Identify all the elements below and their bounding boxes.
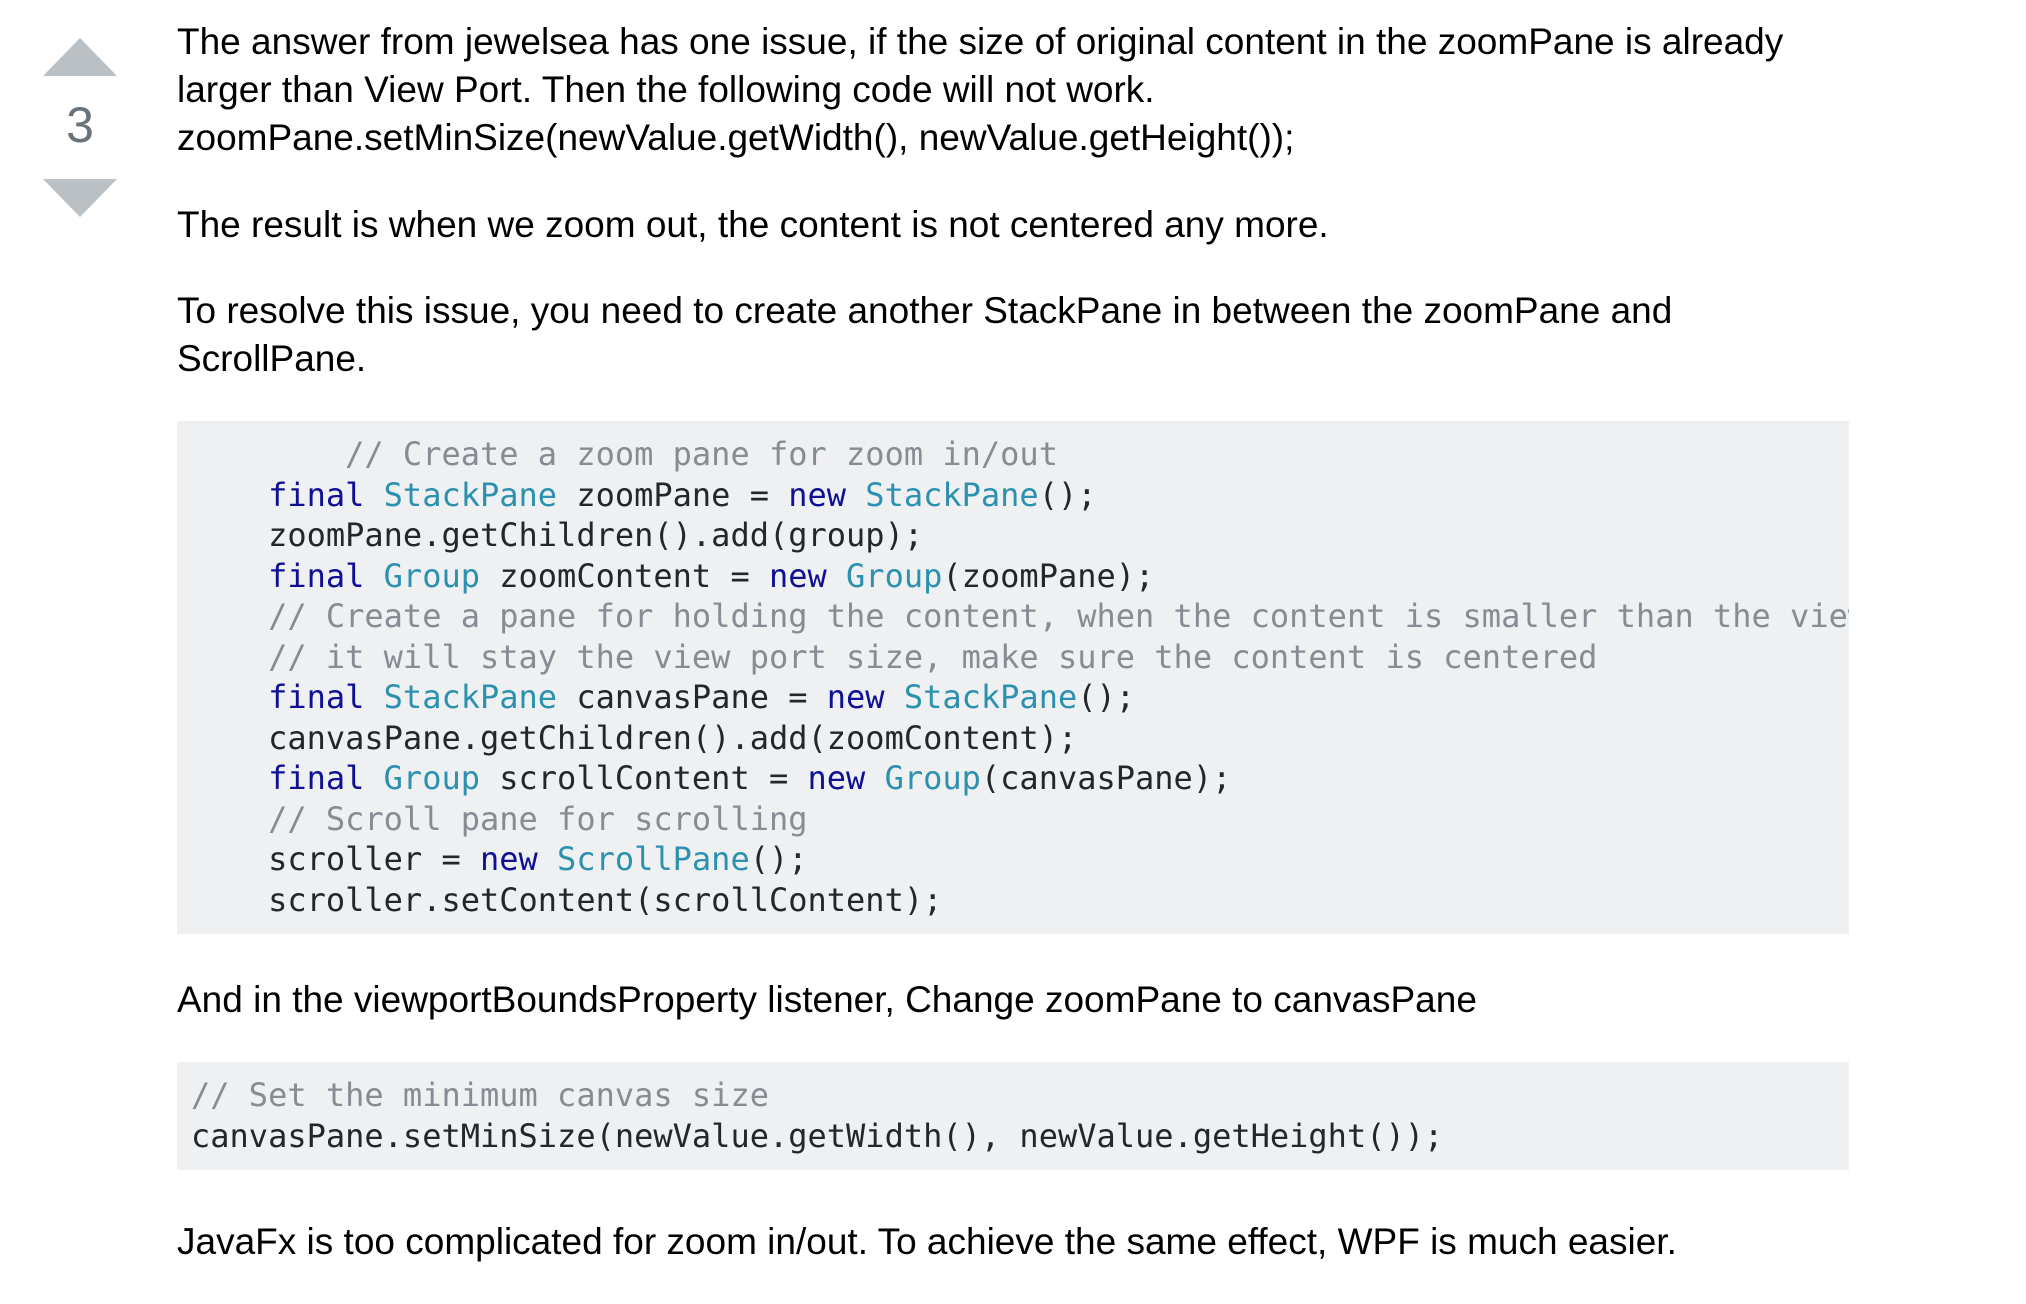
vote-cell: 3 <box>40 38 120 217</box>
answer-paragraph: To resolve this issue, you need to creat… <box>177 287 1849 383</box>
code-block: // Set the minimum canvas size canvasPane… <box>177 1062 1849 1170</box>
code-comment: // Create a pane for holding the content… <box>191 597 1849 635</box>
downvote-arrow-icon[interactable] <box>43 179 117 217</box>
code-line: scroller = new ScrollPane(); <box>191 839 1849 880</box>
vote-count: 3 <box>66 97 94 153</box>
code-line: // it will stay the view port size, make… <box>191 637 1849 678</box>
code-line: zoomPane.getChildren().add(group); <box>191 516 924 554</box>
upvote-arrow-icon[interactable] <box>43 38 117 76</box>
code-type: Group <box>884 759 981 797</box>
code-type: Group <box>846 556 943 595</box>
code-text: (); <box>749 840 808 878</box>
answer-text: JavaFx is too complicated for zoom in/ou… <box>177 1221 1677 1262</box>
code-line: final StackPane zoomPane = new StackPane… <box>191 475 1849 516</box>
answer-text: The answer from jewelsea has one issue, … <box>177 21 1784 62</box>
code-keyword: final <box>268 759 365 797</box>
code-keyword: final <box>268 556 365 595</box>
answer-text: larger than View Port. Then the followin… <box>177 69 1155 110</box>
code-type: Group <box>383 556 480 595</box>
code-type: Group <box>383 759 480 797</box>
code-keyword: final <box>268 475 365 514</box>
code-line: final Group zoomContent = new Group(zoom… <box>191 556 1849 597</box>
code-text: (); <box>1038 475 1097 514</box>
answer-text: ScrollPane. <box>177 338 367 379</box>
code-comment: // Create a zoom pane for zoom in/out <box>191 435 1058 473</box>
code-type: StackPane <box>383 475 558 514</box>
code-text: zoomContent = <box>479 556 769 595</box>
answer-text: The result is when we zoom out, the cont… <box>177 204 1329 245</box>
answer-body: The answer from jewelsea has one issue, … <box>177 18 1849 1304</box>
code-text: canvasPane = <box>557 678 827 716</box>
answer-text: To resolve this issue, you need to creat… <box>177 290 1673 331</box>
code-comment: // it will stay the view port size, make… <box>191 637 1598 676</box>
code-line: scroller.setContent(scrollContent); <box>191 880 943 919</box>
code-type: StackPane <box>383 678 558 716</box>
answer-paragraph: The answer from jewelsea has one issue, … <box>177 18 1849 162</box>
code-line: final Group scrollContent = new Group(ca… <box>191 758 1849 799</box>
code-text: (); <box>1077 678 1136 716</box>
code-text: (zoomPane); <box>942 556 1155 595</box>
code-text: scroller = <box>191 840 480 878</box>
answer-text: zoomPane.setMinSize(newValue.getWidth(),… <box>177 117 1295 158</box>
code-line: canvasPane.getChildren().add(zoomContent… <box>191 718 1078 757</box>
code-line: final StackPane canvasPane = new StackPa… <box>191 677 1849 718</box>
code-line: // Create a zoom pane for zoom in/out <box>191 434 1849 475</box>
code-text: (canvasPane); <box>980 759 1232 797</box>
code-line: canvasPane.setMinSize(newValue.getWidth(… <box>191 1116 1444 1155</box>
code-type: ScrollPane <box>557 840 750 878</box>
code-block: // Create a zoom pane for zoom in/out fi… <box>177 421 1849 934</box>
answer-paragraph: JavaFx is too complicated for zoom in/ou… <box>177 1218 1849 1266</box>
code-keyword: new <box>826 678 885 716</box>
answer-paragraph: And in the viewportBoundsProperty listen… <box>177 976 1849 1024</box>
code-comment: // Set the minimum canvas size <box>191 1076 769 1114</box>
code-keyword: new <box>479 840 538 878</box>
code-keyword: new <box>768 556 827 595</box>
answer-text: And in the viewportBoundsProperty listen… <box>177 979 1477 1020</box>
code-text: scrollContent = <box>479 759 808 797</box>
code-keyword: new <box>788 475 847 514</box>
code-text: zoomPane = <box>557 475 789 514</box>
code-comment: // Scroll pane for scrolling <box>191 799 808 838</box>
code-line: // Scroll pane for scrolling <box>191 799 1849 840</box>
code-type: StackPane <box>865 475 1039 514</box>
code-line: // Create a pane for holding the content… <box>191 596 1849 637</box>
code-type: StackPane <box>903 678 1078 716</box>
code-keyword: final <box>268 678 365 716</box>
code-line: // Set the minimum canvas size <box>191 1075 1849 1116</box>
answer-paragraph: The result is when we zoom out, the cont… <box>177 201 1849 249</box>
code-keyword: new <box>807 759 866 797</box>
